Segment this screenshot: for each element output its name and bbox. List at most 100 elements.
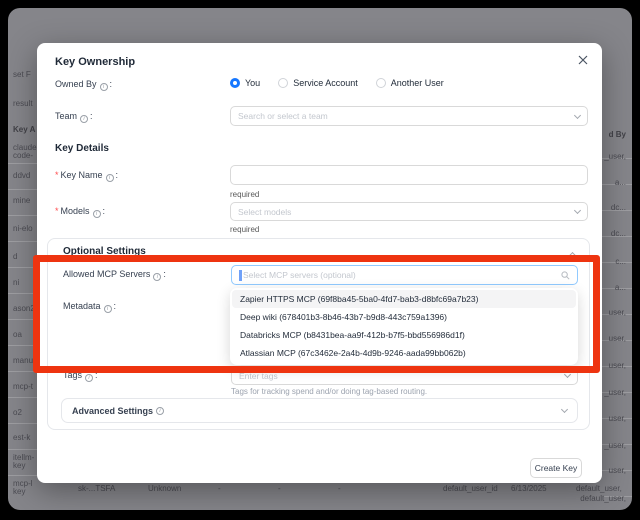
info-icon: i (80, 115, 88, 123)
tags-input[interactable] (239, 371, 565, 381)
bg-fragment: a... (615, 178, 626, 187)
bg-fragment: key (13, 487, 25, 496)
info-icon: i (104, 305, 112, 313)
key-name-required-hint: required (230, 190, 259, 199)
bg-fragment: user, (609, 361, 626, 370)
bg-fragment: mine (13, 196, 30, 205)
team-label: Teami: (55, 111, 93, 123)
key-name-label-text: Key Name (61, 170, 103, 180)
chevron-down-icon (574, 111, 581, 118)
models-label: *Modelsi: (55, 206, 105, 218)
required-asterisk: * (55, 206, 59, 216)
mcp-servers-label: Allowed MCP Serversi: (63, 269, 166, 281)
bg-fragment: dc... (611, 203, 626, 212)
team-select[interactable] (230, 106, 588, 126)
create-key-button[interactable]: Create Key (530, 458, 582, 478)
radio-service-account[interactable]: Service Account (278, 78, 358, 88)
metadata-label-text: Metadata (63, 301, 101, 311)
info-icon: i (93, 210, 101, 218)
bg-fragment: code- (13, 151, 33, 160)
bg-row-cell: default_user, (576, 484, 622, 493)
bg-row-cell: 6/13/2025 (511, 484, 547, 493)
bg-fragment: mcp-t (13, 382, 33, 391)
chevron-up-icon[interactable] (569, 252, 576, 259)
bg-fragment: user, (609, 466, 626, 475)
mcp-servers-select[interactable] (231, 265, 578, 285)
key-name-input[interactable] (238, 170, 580, 180)
chevron-down-icon (564, 371, 571, 378)
tags-label: Tagsi: (63, 370, 98, 382)
radio-you[interactable]: You (230, 78, 260, 88)
info-icon: i (153, 273, 161, 281)
bg-fragment: o2 (13, 408, 22, 417)
bg-fragment: result (13, 99, 33, 108)
team-select-input[interactable] (238, 111, 575, 121)
bg-row-cell: - (338, 484, 341, 493)
key-ownership-modal: Key Ownership Owned Byi: You Service Acc… (37, 43, 602, 483)
bg-fragment: key (13, 461, 25, 470)
bg-fragment: user, (609, 334, 626, 343)
chevron-down-icon (561, 406, 568, 413)
bg-row-cell: - (218, 484, 221, 493)
mcp-option-zapier[interactable]: Zapier HTTPS MCP (69f8ba45-5ba0-4fd7-bab… (232, 290, 576, 308)
tags-helper-text: Tags for tracking spend and/or doing tag… (231, 387, 427, 396)
radio-selected-icon (230, 78, 240, 88)
search-icon (561, 271, 570, 280)
info-icon: i (85, 374, 93, 382)
bg-row-cell: Unknown (148, 484, 181, 493)
advanced-settings-toggle[interactable]: Advanced Settings i (61, 398, 578, 423)
required-asterisk: * (55, 170, 59, 180)
mcp-option-databricks[interactable]: Databricks MCP (b8431bea-aa9f-412b-b7f5-… (232, 326, 576, 344)
bg-fragment: _user, (604, 152, 626, 161)
team-label-text: Team (55, 111, 77, 121)
radio-another-user-label: Another User (391, 78, 444, 88)
modal-title: Key Ownership (55, 56, 135, 68)
bg-fragment: ni-elo (13, 224, 33, 233)
info-icon: i (106, 174, 114, 182)
key-details-heading: Key Details (55, 143, 109, 154)
bg-row-cell: sk-...TSFA (78, 484, 115, 493)
key-name-label: *Key Namei: (55, 170, 118, 182)
models-required-hint: required (230, 225, 259, 234)
bg-fragment: _user, (604, 441, 626, 450)
bg-fragment: manu (13, 356, 33, 365)
bg-row-cell: default_user_id (443, 484, 498, 493)
key-name-field[interactable] (230, 165, 588, 185)
optional-settings-heading[interactable]: Optional Settings (63, 246, 146, 257)
bg-table-header: d By (609, 130, 626, 139)
radio-you-label: You (245, 78, 260, 88)
mcp-servers-input[interactable] (243, 270, 561, 280)
chevron-down-icon (574, 207, 581, 214)
bg-fragment: set F (13, 70, 31, 79)
bg-fragment: oa (13, 330, 22, 339)
screenshot-root: set F result Key A claude code- ddvd min… (0, 0, 640, 520)
bg-fragment: est-k (13, 433, 30, 442)
bg-fragment: a... (615, 283, 626, 292)
mcp-option-deep-wiki[interactable]: Deep wiki (678401b3-8b46-43b7-b9d8-443c7… (232, 308, 576, 326)
bg-fragment: default_user, (580, 494, 626, 503)
radio-unselected-icon (376, 78, 386, 88)
models-select[interactable] (230, 202, 588, 221)
bg-fragment: c... (615, 257, 626, 266)
owned-by-label: Owned Byi: (55, 79, 112, 91)
owned-by-radio-group: You Service Account Another User (230, 78, 444, 88)
metadata-label: Metadatai: (63, 301, 116, 313)
tags-select[interactable] (231, 366, 578, 385)
radio-another-user[interactable]: Another User (376, 78, 444, 88)
tags-label-text: Tags (63, 370, 82, 380)
owned-by-label-text: Owned By (55, 79, 97, 89)
bg-fragment: d (13, 252, 17, 261)
advanced-settings-heading: Advanced Settings (72, 406, 153, 416)
info-icon: i (156, 407, 164, 415)
bg-table-header: Key A (13, 125, 35, 134)
mcp-servers-dropdown: Zapier HTTPS MCP (69f8ba45-5ba0-4fd7-bab… (230, 288, 578, 365)
text-cursor (239, 270, 242, 281)
radio-unselected-icon (278, 78, 288, 88)
bg-fragment: dc... (611, 229, 626, 238)
bg-row-cell: - (278, 484, 281, 493)
bg-fragment: ni (13, 278, 19, 287)
models-select-input[interactable] (238, 207, 575, 217)
mcp-option-atlassian[interactable]: Atlassian MCP (67c3462e-2a4b-4d9b-9246-a… (232, 344, 576, 362)
radio-service-account-label: Service Account (293, 78, 358, 88)
close-icon[interactable] (577, 55, 589, 67)
